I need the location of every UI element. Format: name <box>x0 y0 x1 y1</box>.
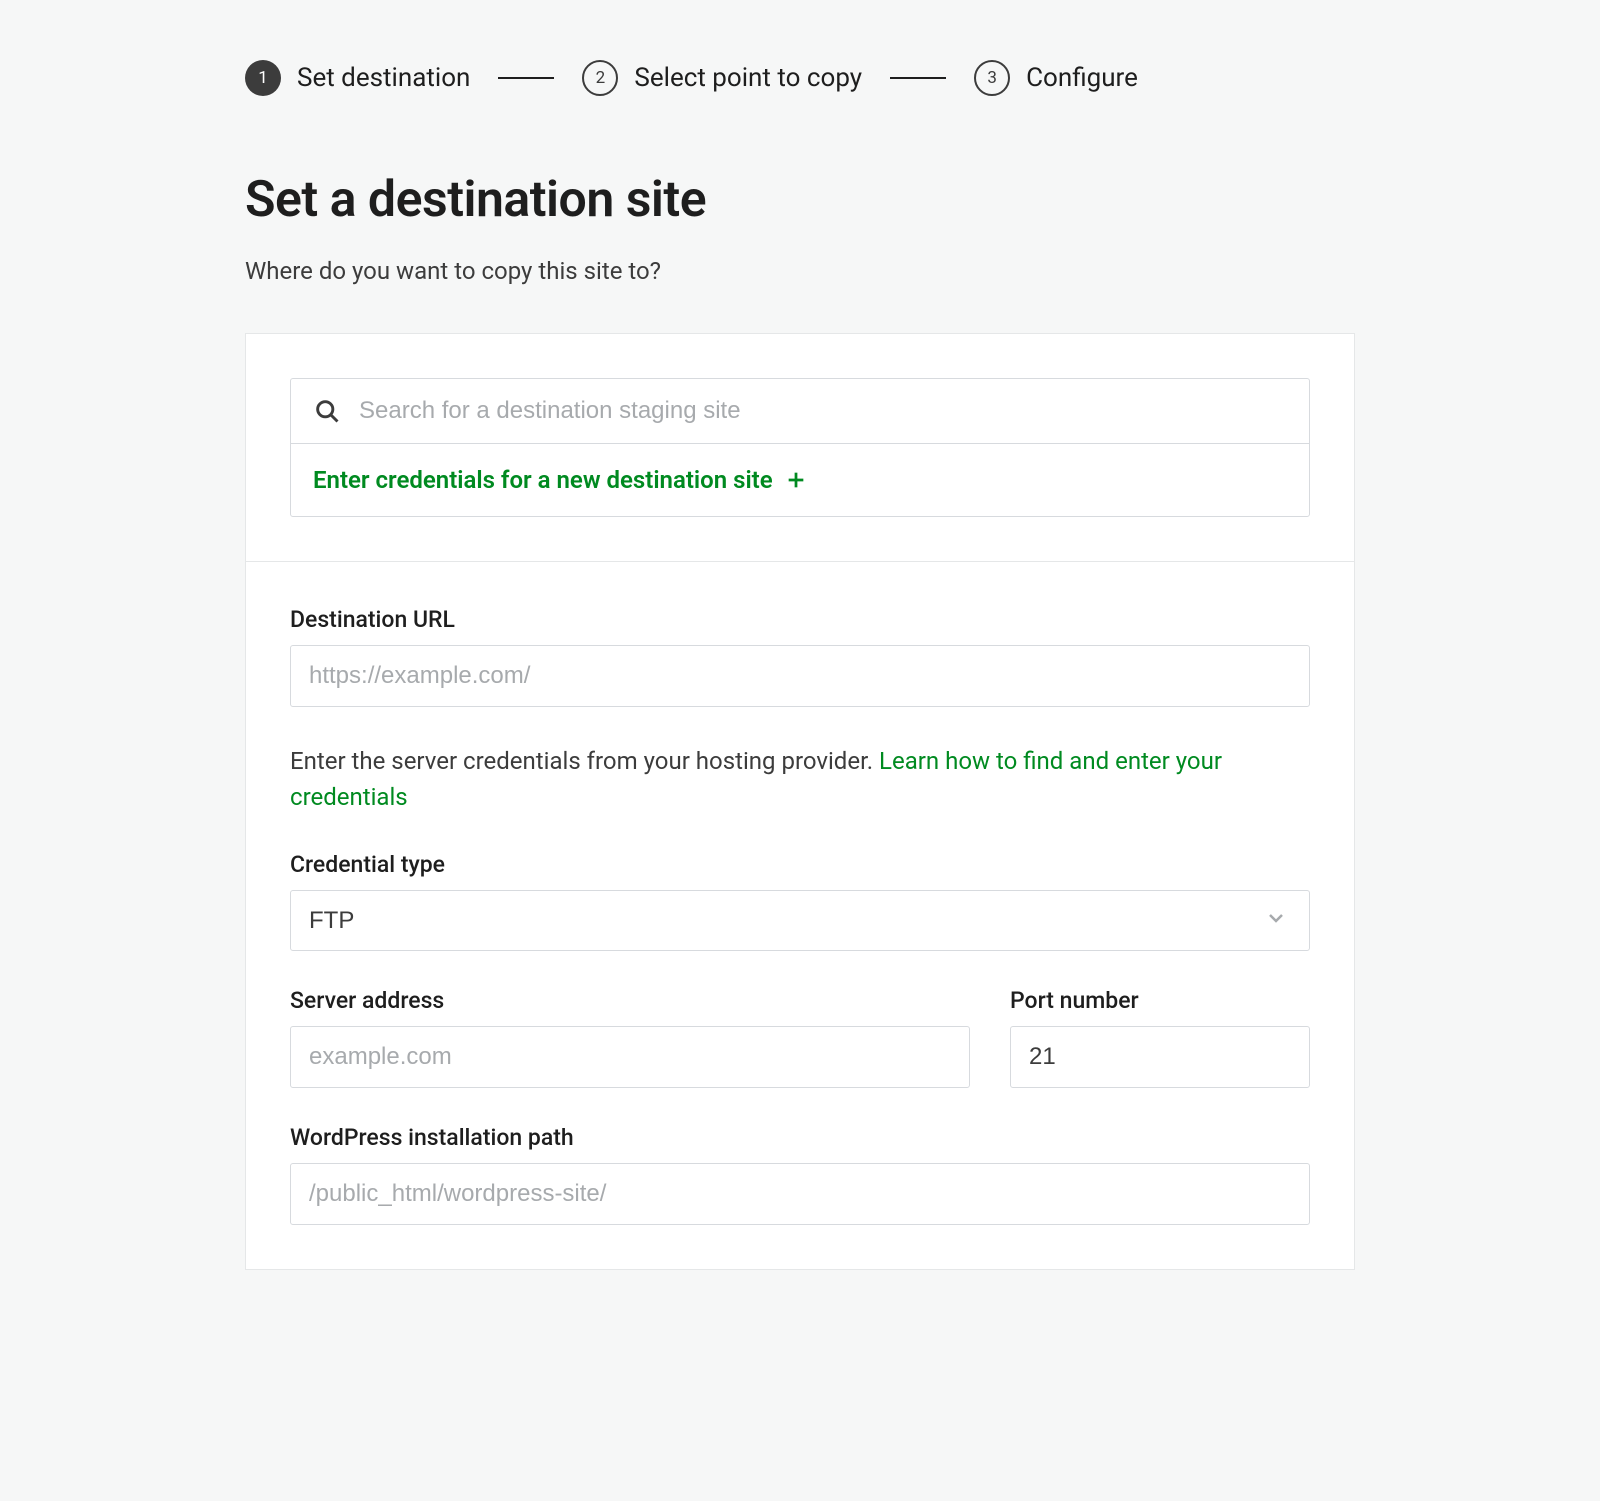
step-configure[interactable]: 3 Configure <box>974 60 1138 96</box>
credentials-helper-text: Enter the server credentials from your h… <box>290 743 1310 815</box>
add-destination-button[interactable]: Enter credentials for a new destination … <box>291 444 1309 516</box>
wp-path-input[interactable] <box>290 1163 1310 1225</box>
search-input[interactable] <box>359 397 1287 425</box>
server-address-input[interactable] <box>290 1026 970 1088</box>
step-number-1: 1 <box>245 60 281 96</box>
step-label-1: Set destination <box>297 63 470 93</box>
page-title: Set a destination site <box>245 171 1355 229</box>
step-number-3: 3 <box>974 60 1010 96</box>
search-group: Enter credentials for a new destination … <box>290 378 1310 517</box>
credential-type-label: Credential type <box>290 851 1310 878</box>
step-divider <box>498 77 554 79</box>
page-subtitle: Where do you want to copy this site to? <box>245 257 1355 285</box>
port-number-label: Port number <box>1010 987 1310 1014</box>
add-destination-label: Enter credentials for a new destination … <box>313 466 773 494</box>
helper-text-part: Enter the server credentials from your h… <box>290 747 879 775</box>
destination-card: Enter credentials for a new destination … <box>245 333 1355 1270</box>
step-select-point[interactable]: 2 Select point to copy <box>582 60 862 96</box>
destination-url-input[interactable] <box>290 645 1310 707</box>
step-set-destination[interactable]: 1 Set destination <box>245 60 470 96</box>
step-label-2: Select point to copy <box>634 63 862 93</box>
search-icon <box>313 397 341 425</box>
server-address-label: Server address <box>290 987 970 1014</box>
step-number-2: 2 <box>582 60 618 96</box>
step-label-3: Configure <box>1026 63 1138 93</box>
destination-url-label: Destination URL <box>290 606 1310 633</box>
credential-type-select[interactable]: FTP <box>290 890 1310 951</box>
wp-path-label: WordPress installation path <box>290 1124 1310 1151</box>
port-number-input[interactable] <box>1010 1026 1310 1088</box>
step-divider <box>890 77 946 79</box>
search-row <box>291 379 1309 444</box>
stepper: 1 Set destination 2 Select point to copy… <box>245 60 1355 96</box>
plus-icon <box>785 469 807 491</box>
